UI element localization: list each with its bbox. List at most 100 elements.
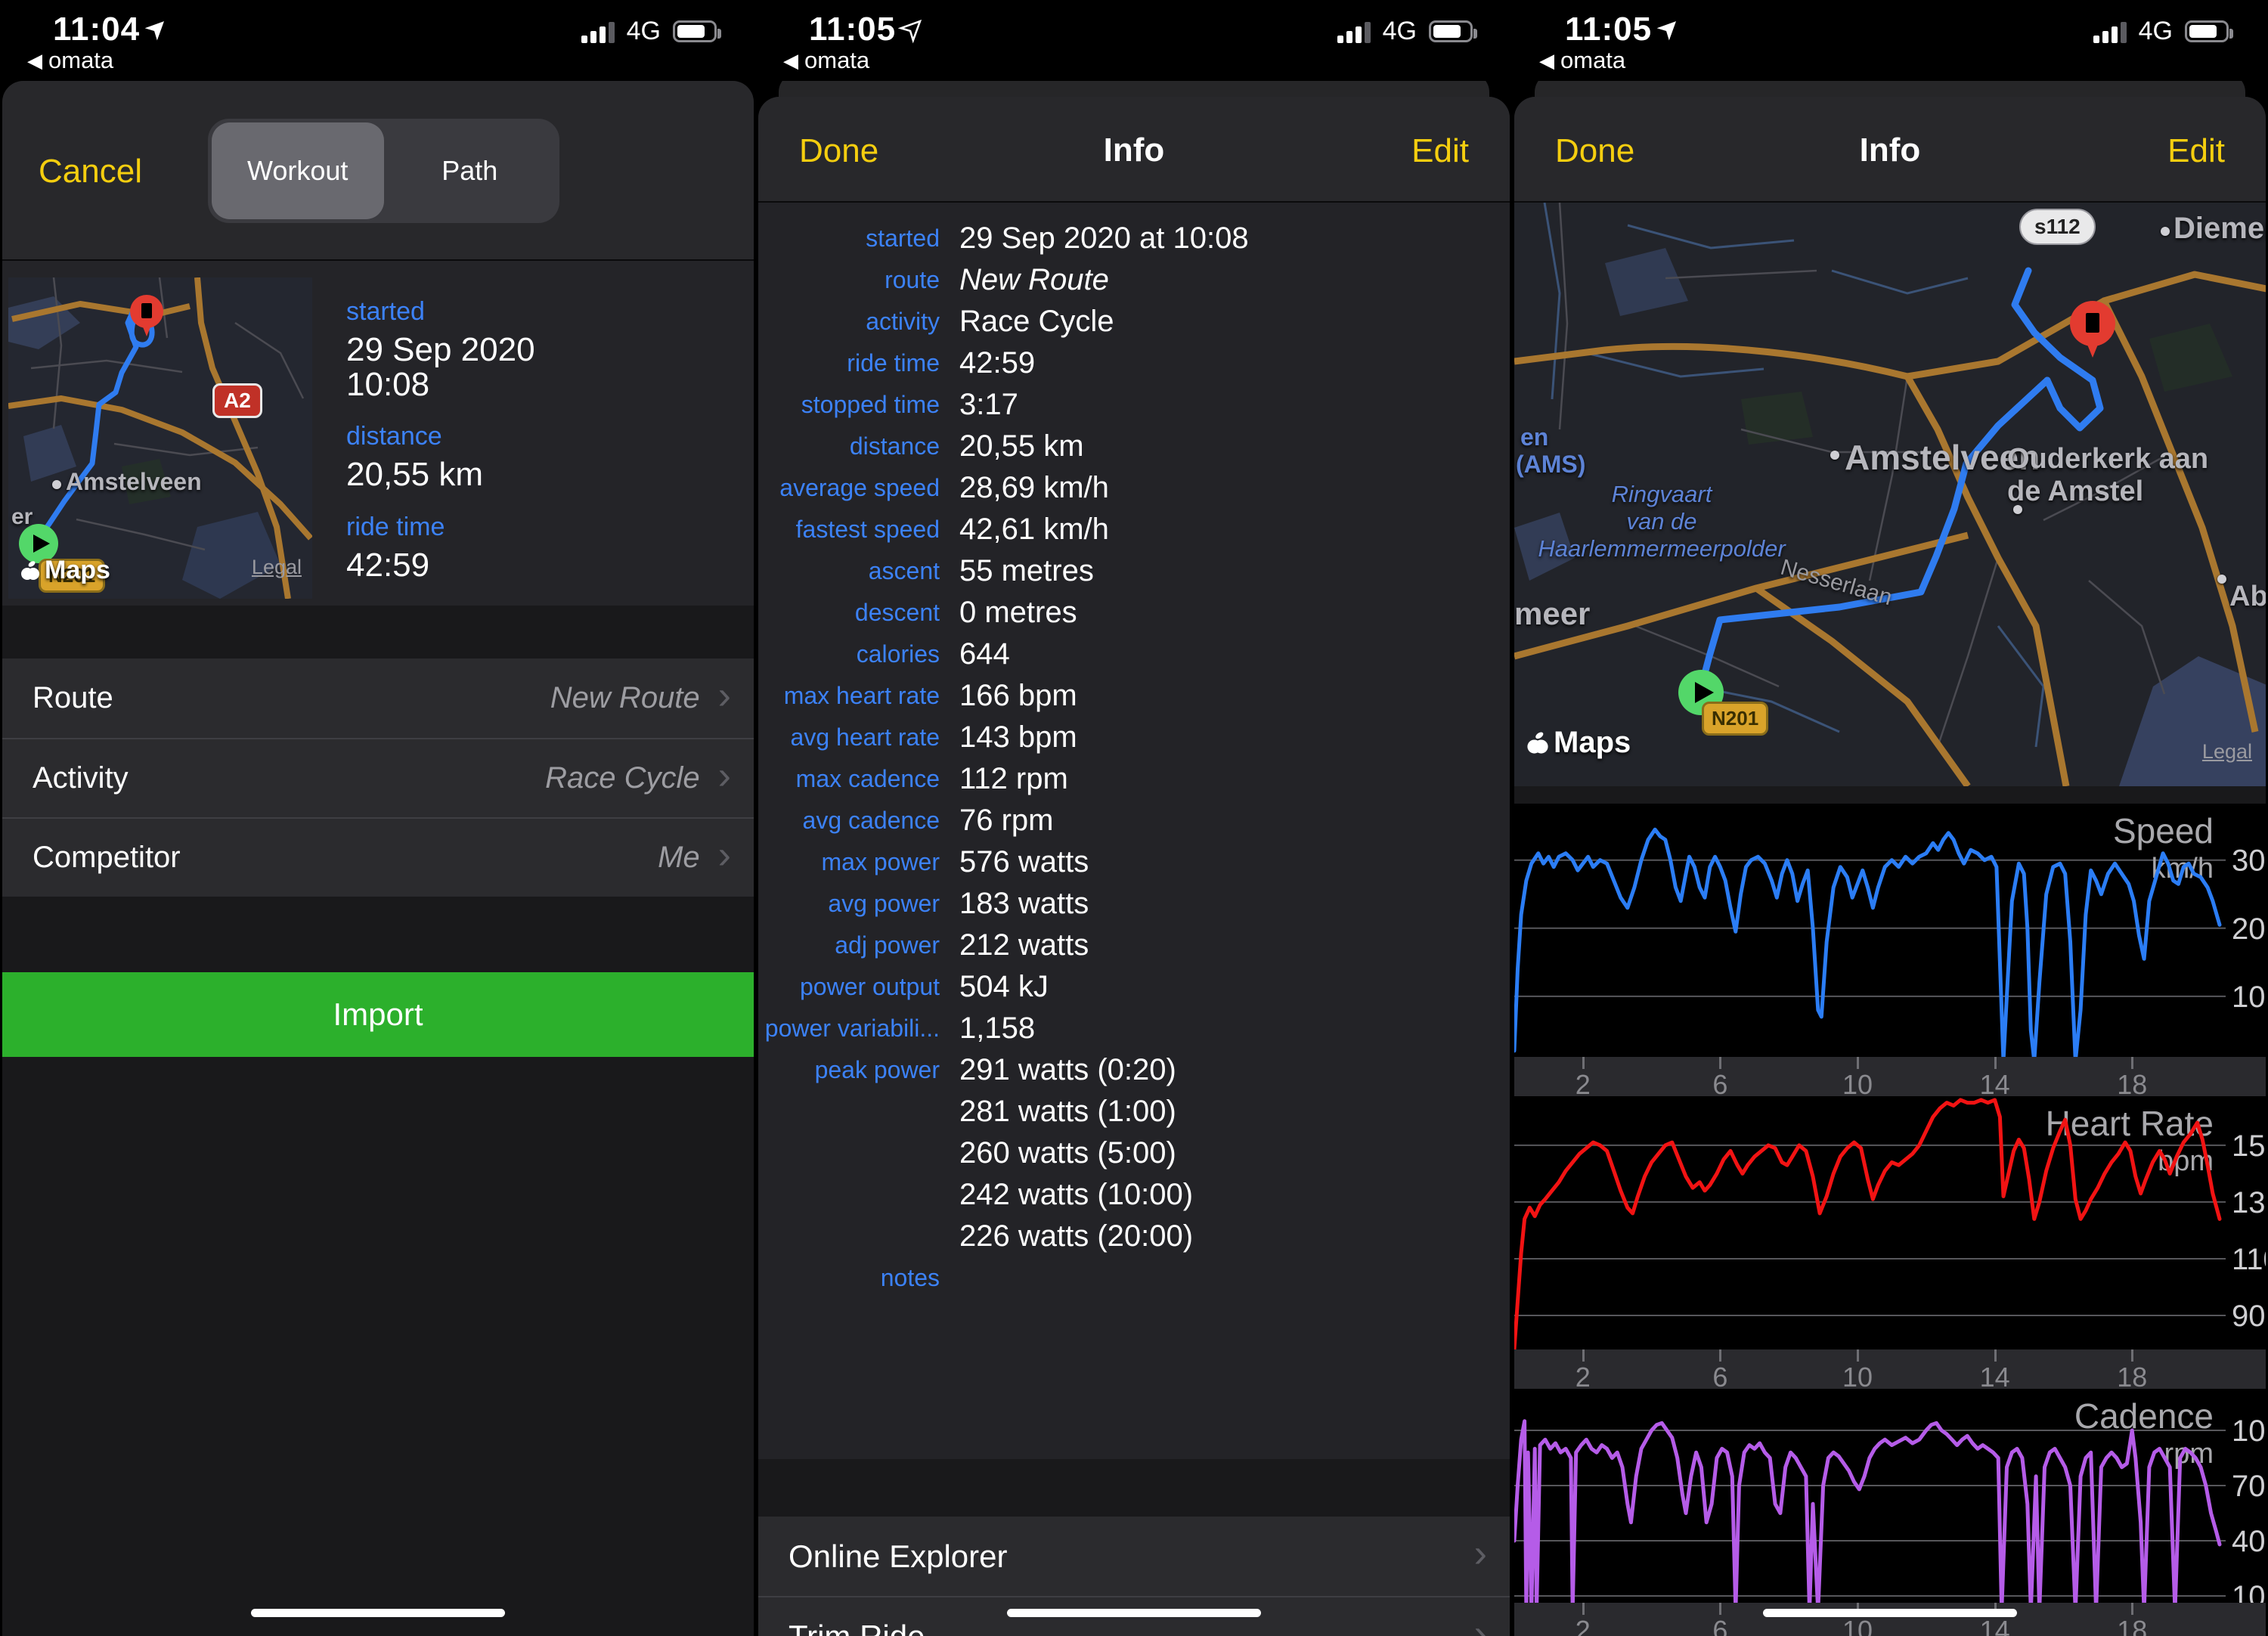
axis-tick	[1582, 1057, 1585, 1069]
panel-ride-info: 11:05 ➤ ◀ omata 4G Done Info Edit starte…	[756, 0, 1512, 1636]
apple-maps-logo: Maps	[20, 556, 110, 585]
info-value: 20,55 km	[959, 429, 1084, 463]
panel-ride-map-charts: 11:05 ➤ ◀ omata 4G Done Info Edit	[1512, 0, 2268, 1636]
home-indicator[interactable]	[1007, 1609, 1261, 1617]
network-type: 4G	[2139, 17, 2173, 46]
settings-row[interactable]: ActivityRace Cycle ›	[2, 738, 754, 817]
ride-summary: started 29 Sep 2020 10:08 distance20,55 km…	[346, 277, 535, 583]
edit-button[interactable]: Edit	[1407, 132, 1473, 171]
svg-text:70: 70	[2232, 1470, 2266, 1503]
info-row: max cadence112 rpm	[758, 758, 1510, 800]
svg-text:130: 130	[2232, 1186, 2266, 1219]
svg-text:10: 10	[2232, 1580, 2266, 1603]
workout-path-segmented-control[interactable]: Workout Path	[208, 119, 559, 223]
info-label: avg heart rate	[758, 723, 940, 751]
home-indicator[interactable]	[1763, 1609, 2017, 1617]
info-label: ride time	[758, 349, 940, 377]
info-row: activityRace Cycle	[758, 301, 1510, 342]
apple-maps-logo: Maps	[1526, 726, 1631, 760]
info-row: avg heart rate 143 bpm	[758, 717, 1510, 758]
signal-bars-icon	[1337, 20, 1371, 43]
info-row: adj power212 watts	[758, 925, 1510, 966]
axis-tick	[1582, 1603, 1585, 1615]
info-row: avg power183 watts	[758, 883, 1510, 925]
axis-tick	[2131, 1057, 2133, 1069]
info-value: 76 rpm	[959, 804, 1054, 838]
import-button[interactable]: Import	[2, 972, 754, 1057]
info-value: 143 bpm	[959, 720, 1077, 754]
info-value: 55 metres	[959, 554, 1094, 588]
route-map[interactable]: s112 Diemen en (AMS) Ringvaart van de Ha…	[1514, 203, 2266, 786]
status-indicators: 4G	[2093, 17, 2229, 46]
status-bar: 11:05 ➤ ◀ omata 4G	[1512, 0, 2268, 81]
route-map-thumbnail[interactable]: Amstelveen er A2 N201 Maps Legal	[8, 277, 312, 599]
summary-item: distance20,55 km	[346, 422, 535, 492]
action-row[interactable]: Online Explorer›	[758, 1517, 1510, 1596]
info-row: fastest speed42,61 km/h	[758, 509, 1510, 550]
battery-icon	[2185, 20, 2229, 42]
svg-text:150: 150	[2232, 1129, 2266, 1163]
axis-tick	[2131, 1349, 2133, 1362]
section-gap	[1514, 786, 2266, 804]
row-label: Activity	[33, 761, 129, 795]
home-indicator[interactable]	[251, 1609, 505, 1617]
settings-row[interactable]: CompetitorMe›	[2, 817, 754, 897]
apple-logo-icon	[1526, 730, 1549, 756]
info-row: power output504 kJ	[758, 966, 1510, 1008]
axis-tick	[1719, 1603, 1721, 1615]
page-title: Info	[758, 132, 1510, 169]
info-label: avg cadence	[758, 807, 940, 835]
chevron-right-icon: ›	[718, 756, 731, 795]
cancel-button[interactable]: Cancel	[34, 152, 147, 191]
import-settings-list: RouteNew Route›ActivityRace Cycle›Compet…	[2, 658, 754, 897]
back-to-app-link[interactable]: ◀ omata	[27, 47, 113, 74]
signal-bars-icon	[2093, 20, 2127, 43]
summary-value: 29 Sep 2020 10:08	[346, 333, 535, 402]
info-label: stopped time	[758, 391, 940, 419]
battery-icon	[1429, 20, 1473, 42]
info-value: 260 watts (5:00)	[959, 1136, 1176, 1170]
summary-value: 42:59	[346, 548, 535, 583]
back-to-app-link[interactable]: ◀ omata	[783, 47, 869, 74]
info-value: 42:59	[959, 346, 1035, 380]
back-to-app-link[interactable]: ◀ omata	[1539, 47, 1625, 74]
map-label-ringvaart: Ringvaart van de Haarlemmermeerpolder	[1537, 481, 1786, 562]
info-row: average speed28,69 km/h	[758, 467, 1510, 509]
svg-text:100: 100	[2232, 1414, 2266, 1448]
info-label: route	[758, 266, 940, 294]
info-row: 260 watts (5:00)	[758, 1132, 1510, 1174]
chart-plot-speed: 302010Speedkm/h	[1514, 804, 2266, 1057]
info-label: max power	[758, 848, 940, 876]
chevron-right-icon: ›	[718, 676, 731, 715]
ride-charts: 302010Speedkm/h2610141815013011090Heart …	[1514, 786, 2266, 1636]
row-value: Me	[181, 841, 700, 875]
status-indicators: 4G	[581, 17, 717, 46]
svg-text:rpm: rpm	[2164, 1438, 2214, 1470]
summary-label: started	[346, 297, 535, 327]
legal-link[interactable]: Legal	[252, 556, 302, 579]
info-value: 644	[959, 637, 1010, 671]
status-bar: 11:04 ➤ ◀ omata 4G	[0, 0, 756, 81]
legal-link[interactable]: Legal	[2202, 740, 2252, 764]
segment-workout[interactable]: Workout	[212, 122, 384, 219]
info-value: 3:17	[959, 388, 1018, 422]
info-label: calories	[758, 640, 940, 668]
segment-path[interactable]: Path	[384, 122, 556, 219]
info-value: 576 watts	[959, 845, 1089, 879]
axis-tick-label: 14	[1965, 1615, 2025, 1636]
chevron-right-icon: ›	[718, 835, 731, 875]
screen: 11:04 ➤ ◀ omata 4G Cancel Workout Path	[0, 0, 2268, 1636]
info-row: 281 watts (1:00)	[758, 1091, 1510, 1132]
info-sheet: Done Info Edit started29 Sep 2020 at 10:…	[758, 97, 1510, 1636]
summary-item: ride time 42:59	[346, 513, 535, 583]
settings-row[interactable]: RouteNew Route›	[2, 658, 754, 738]
axis-tick	[1719, 1057, 1721, 1069]
info-row: max power 576 watts	[758, 841, 1510, 883]
axis-tick-label: 10	[1827, 1615, 1888, 1636]
info-row: ride time 42:59	[758, 342, 1510, 384]
edit-button[interactable]: Edit	[2163, 132, 2229, 171]
summary-label: ride time	[346, 513, 535, 542]
map-label-abcoude: Abcoude	[2229, 581, 2266, 613]
row-value: Race Cycle	[129, 761, 700, 795]
info-row: routeNew Route	[758, 259, 1510, 301]
